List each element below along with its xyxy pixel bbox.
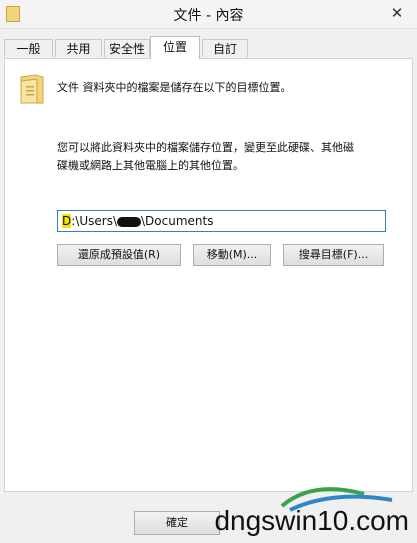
- tab-general[interactable]: 一般: [4, 39, 53, 57]
- close-icon[interactable]: ✕: [385, 2, 409, 24]
- location-panel: 文件 資料夾中的檔案是儲存在以下的目標位置。 您可以將此資料夾中的檔案儲存位置，…: [4, 58, 413, 492]
- restore-default-button[interactable]: 還原成預設值(R): [57, 244, 181, 266]
- path-drive-letter: D: [62, 214, 72, 228]
- move-button[interactable]: 移動(M)...: [193, 244, 271, 266]
- tab-sharing[interactable]: 共用: [55, 39, 102, 57]
- watermark-text: dngswin10.com: [214, 505, 409, 536]
- tab-customize[interactable]: 自訂: [202, 39, 248, 57]
- find-target-button[interactable]: 搜尋目標(F)...: [283, 244, 384, 266]
- path-middle: :\Users\: [71, 214, 117, 228]
- path-tail: \Documents: [140, 214, 214, 228]
- tab-security[interactable]: 安全性: [104, 39, 150, 57]
- folder-icon: [20, 74, 44, 104]
- location-description: 文件 資料夾中的檔案是儲存在以下的目標位置。: [57, 81, 292, 94]
- window-title: 文件 - 內容: [173, 8, 244, 24]
- location-info-line1: 您可以將此資料夾中的檔案儲存位置，變更至此硬碟、其他磁: [57, 141, 354, 154]
- path-redacted: [116, 216, 141, 227]
- ok-button[interactable]: 確定: [134, 511, 220, 535]
- title-bar: 文件 - 內容 ✕: [0, 0, 417, 29]
- tab-location[interactable]: 位置: [150, 36, 200, 59]
- location-path-input[interactable]: D:\Users\ \Documents: [57, 210, 386, 232]
- location-info-line2: 碟機或網路上其他電腦上的其他位置。: [57, 159, 244, 172]
